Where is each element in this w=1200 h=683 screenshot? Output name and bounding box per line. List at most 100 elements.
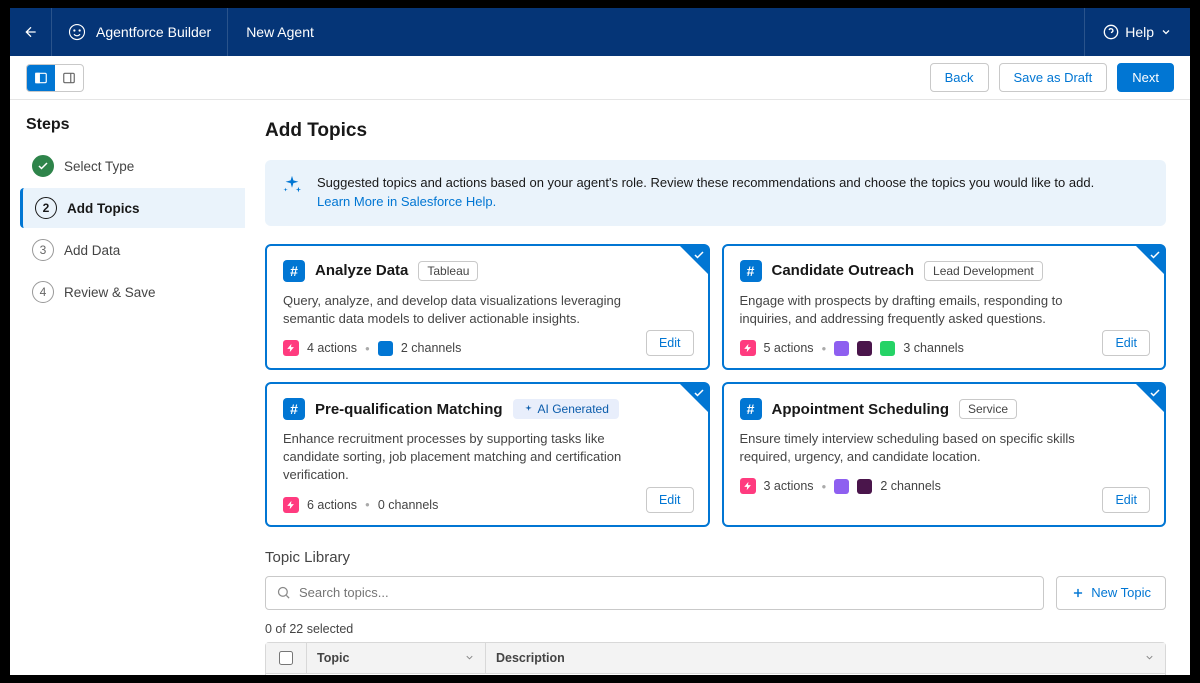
actions-count: 5 actions xyxy=(764,341,814,355)
channels-count: 2 channels xyxy=(401,341,461,355)
toolbar: Back Save as Draft Next xyxy=(10,56,1190,100)
card-title: Pre-qualification Matching xyxy=(315,401,503,418)
help-label: Help xyxy=(1125,24,1154,40)
actions-count: 6 actions xyxy=(307,498,357,512)
bolt-icon xyxy=(283,340,299,356)
robot-icon xyxy=(68,23,86,41)
selected-corner xyxy=(680,246,708,274)
topic-tag: Lead Development xyxy=(924,261,1043,281)
card-description: Query, analyze, and develop data visuali… xyxy=(283,292,633,328)
check-icon xyxy=(1149,249,1161,261)
channels-count: 2 channels xyxy=(880,479,940,493)
search-topics[interactable] xyxy=(265,576,1044,610)
search-icon xyxy=(276,585,291,600)
hash-icon: # xyxy=(283,398,305,420)
step-label: Add Data xyxy=(64,243,120,258)
step-label: Review & Save xyxy=(64,285,156,300)
step-0[interactable]: Select Type xyxy=(20,146,245,186)
hash-icon: # xyxy=(740,260,762,282)
card-title: Analyze Data xyxy=(315,262,408,279)
back-button[interactable]: Back xyxy=(930,63,989,92)
bolt-icon xyxy=(740,478,756,494)
selected-corner xyxy=(680,384,708,412)
search-input[interactable] xyxy=(291,585,1033,600)
topic-card[interactable]: # Appointment Scheduling Service Ensure tim… xyxy=(722,382,1167,527)
channel-icon xyxy=(857,341,872,356)
plus-icon xyxy=(1071,586,1085,600)
library-title: Topic Library xyxy=(265,549,1166,566)
bolt-icon xyxy=(740,340,756,356)
topic-card[interactable]: # Candidate Outreach Lead Development Engag… xyxy=(722,244,1167,370)
chevron-down-icon xyxy=(1144,652,1155,663)
row-description: Identifies gaps in applicants' skills co… xyxy=(486,674,1165,675)
edit-button[interactable]: Edit xyxy=(646,487,694,513)
edit-button[interactable]: Edit xyxy=(1102,487,1150,513)
next-button[interactable]: Next xyxy=(1117,63,1174,92)
view-toggle[interactable] xyxy=(26,64,84,92)
panel-left-toggle[interactable] xyxy=(27,65,55,91)
builder-brand: Agentforce Builder xyxy=(52,8,228,56)
check-icon xyxy=(693,387,705,399)
step-label: Add Topics xyxy=(67,201,140,216)
help-icon xyxy=(1103,24,1119,40)
top-nav: Agentforce Builder New Agent Help xyxy=(10,8,1190,56)
hash-icon: # xyxy=(740,398,762,420)
panel-right-toggle[interactable] xyxy=(55,65,83,91)
steps-title: Steps xyxy=(20,116,245,134)
topic-tag: Tableau xyxy=(418,261,478,281)
check-icon xyxy=(1149,387,1161,399)
channel-icon xyxy=(880,341,895,356)
topic-tag: Service xyxy=(959,399,1017,419)
page-title: Add Topics xyxy=(265,120,1166,142)
card-description: Ensure timely interview scheduling based… xyxy=(740,430,1090,466)
step-2[interactable]: 3 Add Data xyxy=(20,230,245,270)
sparkle-icon xyxy=(523,404,534,415)
card-title: Appointment Scheduling xyxy=(772,401,950,418)
channel-icon xyxy=(834,479,849,494)
step-badge: 2 xyxy=(35,197,57,219)
ai-generated-tag: AI Generated xyxy=(513,399,619,419)
back-arrow-button[interactable] xyxy=(10,8,52,56)
card-description: Enhance recruitment processes by support… xyxy=(283,430,633,485)
card-description: Engage with prospects by drafting emails… xyxy=(740,292,1090,328)
suggestion-banner: Suggested topics and actions based on yo… xyxy=(265,160,1166,226)
table-row: Skill Gap AnalysisIdentifies gaps in app… xyxy=(266,674,1165,675)
bolt-icon xyxy=(283,497,299,513)
card-title: Candidate Outreach xyxy=(772,262,915,279)
description-header[interactable]: Description xyxy=(486,643,1165,673)
main-content: Add Topics Suggested topics and actions … xyxy=(245,100,1190,675)
actions-count: 3 actions xyxy=(764,479,814,493)
channels-count: 0 channels xyxy=(378,498,438,512)
step-1[interactable]: 2 Add Topics xyxy=(20,188,245,228)
selected-corner xyxy=(1136,246,1164,274)
check-icon xyxy=(693,249,705,261)
channel-icon xyxy=(857,479,872,494)
banner-text: Suggested topics and actions based on yo… xyxy=(317,175,1094,190)
edit-button[interactable]: Edit xyxy=(646,330,694,356)
channel-icon xyxy=(378,341,393,356)
select-all-checkbox[interactable] xyxy=(279,651,293,665)
new-topic-button[interactable]: New Topic xyxy=(1056,576,1166,610)
topic-card[interactable]: # Pre-qualification Matching AI Generated E… xyxy=(265,382,710,527)
help-menu[interactable]: Help xyxy=(1084,8,1190,56)
topic-card[interactable]: #Analyze DataTableauQuery, analyze, and … xyxy=(265,244,710,370)
selection-count: 0 of 22 selected xyxy=(265,622,1166,636)
channels-count: 3 channels xyxy=(903,341,963,355)
save-draft-button[interactable]: Save as Draft xyxy=(999,63,1108,92)
edit-button[interactable]: Edit xyxy=(1102,330,1150,356)
chevron-down-icon xyxy=(1160,26,1172,38)
chevron-down-icon xyxy=(464,652,475,663)
step-badge xyxy=(32,155,54,177)
actions-count: 4 actions xyxy=(307,341,357,355)
step-badge: 3 xyxy=(32,239,54,261)
channel-icon xyxy=(834,341,849,356)
builder-name: Agentforce Builder xyxy=(96,24,211,40)
sparkle-icon xyxy=(281,174,303,196)
page-label: New Agent xyxy=(228,24,332,40)
banner-link[interactable]: Learn More in Salesforce Help. xyxy=(317,194,496,209)
steps-sidebar: Steps Select Type 2 Add Topics 3 Add Data 4Re… xyxy=(10,100,245,675)
step-label: Select Type xyxy=(64,159,134,174)
selected-corner xyxy=(1136,384,1164,412)
topic-header[interactable]: Topic xyxy=(306,643,486,673)
step-3[interactable]: 4Review & Save xyxy=(20,272,245,312)
